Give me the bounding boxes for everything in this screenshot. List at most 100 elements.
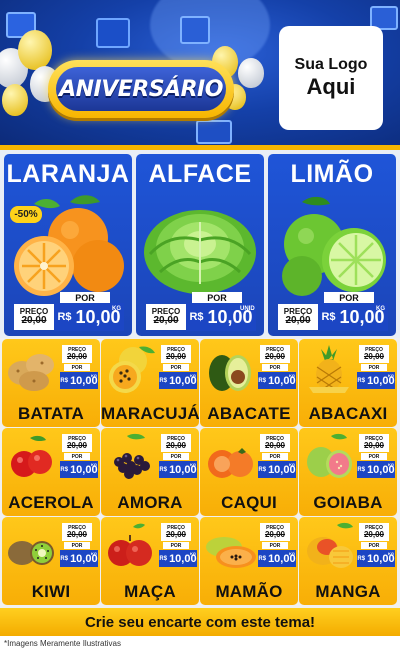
old-price-box: PREÇO 20,00 [161, 345, 191, 363]
por-label: POR [64, 364, 90, 371]
old-price-box: PREÇO 20,00 [161, 434, 191, 452]
unit-label: KG [91, 551, 97, 556]
old-price: 20,00 [363, 351, 385, 361]
old-price-box: PREÇO 20,00 [260, 523, 290, 541]
old-price-box: PREÇO 20,00 [278, 304, 318, 330]
por-label: POR [60, 292, 110, 303]
old-price-box: PREÇO 20,00 [14, 304, 54, 330]
currency: R$ [159, 377, 168, 384]
price-tag: POR PREÇO 20,00 R$ 10,00 KG [268, 288, 396, 334]
product-card-guava: PREÇO 20,00 POR R$ 10,00 KG GOIABA [299, 428, 397, 516]
currency: R$ [189, 311, 204, 323]
currency: R$ [57, 311, 72, 323]
product-name: MARACUJÁ [101, 404, 199, 423]
product-card-persimmon: PREÇO 20,00 POR R$ 10,00 KG CAQUI [200, 428, 298, 516]
currency: R$ [60, 555, 69, 562]
por-label: POR [163, 453, 189, 460]
unit-label: KG [388, 551, 394, 556]
discount-badge: -50% [10, 206, 42, 223]
call-to-action[interactable]: Crie seu encarte com este tema! [0, 608, 400, 636]
featured-card-lettuce: ALFACE POR PREÇO 20,00 R$ 10,00 UNID [136, 154, 264, 336]
old-price: 20,00 [264, 529, 286, 539]
por-label: POR [262, 453, 288, 460]
price-tag: POR PREÇO 20,00 R$ 10,00 UNID [136, 288, 264, 334]
featured-card-lime: LIMÃO POR PREÇO 20,00 R$ 10,00 KG [268, 154, 396, 336]
unit-label: UNID [240, 306, 255, 312]
logo-line-1: Sua Logo [294, 56, 368, 73]
acerola-icon [11, 435, 52, 477]
unit-label: KG [91, 462, 97, 467]
old-price: 20,00 [165, 440, 187, 450]
old-price-box: PREÇO 20,00 [146, 304, 186, 330]
product-name: AMORA [117, 493, 183, 512]
potato-icon [8, 354, 54, 391]
por-label: POR [361, 453, 387, 460]
product-card-avocado: PREÇO 20,00 POR R$ 10,00 KG ABACATE [200, 339, 298, 427]
product-name: ACEROLA [8, 493, 94, 512]
unit-label: KG [289, 551, 295, 556]
currency: R$ [159, 466, 168, 473]
product-name: KIWI [31, 582, 71, 601]
featured-card-orange: LARANJA -50% POR PREÇO 20,00 R$ 10,00 KG [4, 154, 132, 336]
currency: R$ [357, 555, 366, 562]
por-label: POR [64, 453, 90, 460]
por-label: POR [361, 542, 387, 549]
pineapple-icon [309, 345, 349, 393]
banner-title: ANIVERSÁRIO [59, 76, 223, 102]
old-price-box: PREÇO 20,00 [161, 523, 191, 541]
currency: R$ [321, 311, 336, 323]
unit-label: KG [289, 373, 295, 378]
old-price: 20,00 [264, 351, 286, 361]
logo-line-2: Aqui [306, 74, 356, 99]
unit-label: KG [112, 306, 121, 312]
unit-label: KG [388, 462, 394, 467]
old-price: 20,00 [66, 351, 88, 361]
passion-fruit-icon [109, 346, 155, 393]
old-price: 20,00 [165, 351, 187, 361]
product-card-passion-fruit: PREÇO 20,00 POR R$ 10,00 KG MARACUJÁ [101, 339, 199, 427]
gift-box-icon [96, 18, 130, 48]
old-price: 20,00 [21, 315, 47, 326]
currency: R$ [258, 555, 267, 562]
product-name: CAQUI [221, 493, 277, 512]
product-name: GOIABA [313, 493, 383, 512]
old-price-box: PREÇO 20,00 [260, 345, 290, 363]
header: ANIVERSÁRIO Sua Logo Aqui [0, 0, 400, 148]
product-card-potato: PREÇO 20,00 POR R$ 10,00 KG BATATA [2, 339, 100, 427]
product-card-pineapple: PREÇO 20,00 POR R$ 10,00 KG ABACAXI [299, 339, 397, 427]
product-card-acerola: PREÇO 20,00 POR R$ 10,00 KG ACEROLA [2, 428, 100, 516]
guava-icon [307, 433, 352, 478]
logo-placeholder: Sua Logo Aqui [279, 26, 383, 130]
mango-icon [307, 522, 353, 568]
old-price-box: PREÇO 20,00 [359, 434, 389, 452]
gift-box-icon [196, 120, 232, 144]
por-label: POR [192, 292, 242, 303]
currency: R$ [60, 466, 69, 473]
por-label: POR [262, 364, 288, 371]
blackberry-icon [114, 433, 150, 479]
currency: R$ [60, 377, 69, 384]
old-price: 20,00 [363, 529, 385, 539]
price-tag: POR PREÇO 20,00 R$ 10,00 KG [4, 288, 132, 334]
old-price: 20,00 [66, 529, 88, 539]
old-price-box: PREÇO 20,00 [62, 345, 92, 363]
currency: R$ [357, 377, 366, 384]
por-label: POR [64, 542, 90, 549]
old-price: 20,00 [264, 440, 286, 450]
por-label: POR [163, 364, 189, 371]
old-price-box: PREÇO 20,00 [260, 434, 290, 452]
disclaimer: *Imagens Meramente Ilustrativas [0, 636, 400, 650]
por-label: POR [262, 542, 288, 549]
unit-label: KG [388, 373, 394, 378]
product-name: MAÇA [124, 582, 176, 601]
balloon-icon [18, 30, 52, 70]
currency: R$ [357, 466, 366, 473]
product-name: LIMÃO [290, 160, 374, 188]
por-label: POR [163, 542, 189, 549]
product-name: ABACAXI [308, 404, 388, 423]
product-card-apple: PREÇO 20,00 POR R$ 10,00 KG MAÇA [101, 517, 199, 605]
gift-box-icon [180, 16, 210, 44]
currency: R$ [159, 555, 168, 562]
currency: R$ [258, 377, 267, 384]
product-name: MANGA [315, 582, 381, 601]
